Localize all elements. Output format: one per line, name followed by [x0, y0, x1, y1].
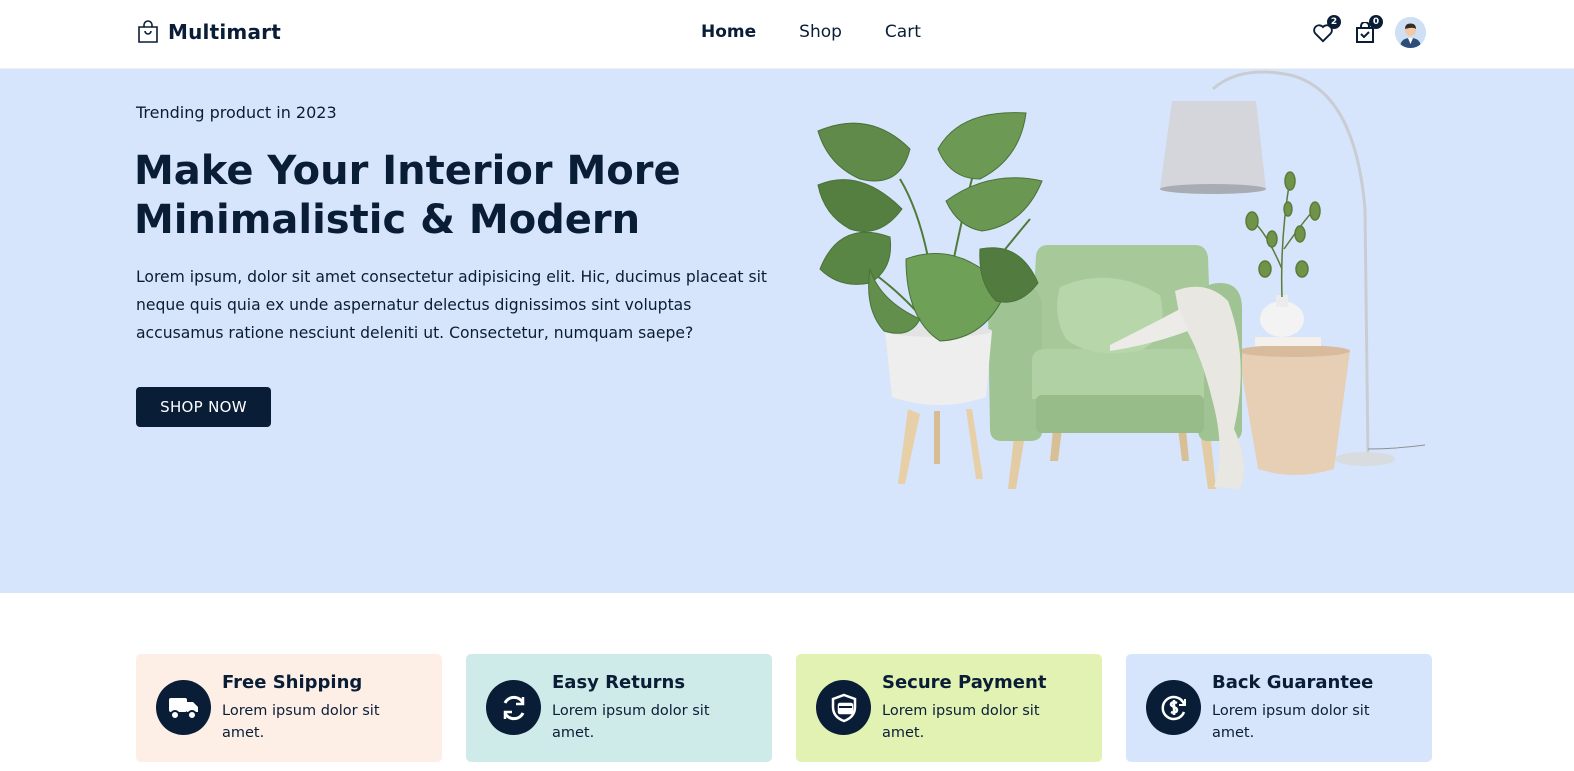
money-back-icon	[1146, 680, 1201, 735]
wishlist-count-badge: 2	[1327, 14, 1341, 29]
service-text: Lorem ipsum dolor sit amet.	[222, 703, 380, 741]
service-title: Secure Payment	[882, 672, 1047, 693]
service-text: Lorem ipsum dolor sit amet.	[882, 703, 1040, 741]
secure-payment-icon	[816, 680, 871, 735]
logo[interactable]: Multimart	[136, 19, 281, 45]
brand-name: Multimart	[168, 20, 281, 44]
shopping-bag-icon	[136, 19, 160, 45]
refresh-icon	[486, 680, 541, 735]
wishlist-button[interactable]: 2	[1311, 14, 1341, 45]
service-title: Back Guarantee	[1212, 672, 1374, 693]
hero-section: Trending product in 2023 Make Your Inter…	[0, 69, 1574, 593]
service-card-free-shipping[interactable]: Free Shipping Lorem ipsum dolor sit amet…	[136, 654, 442, 762]
user-avatar[interactable]	[1395, 17, 1426, 48]
nav-cart[interactable]: Cart	[885, 22, 921, 42]
service-card-secure-payment[interactable]: Secure Payment Lorem ipsum dolor sit ame…	[796, 654, 1102, 762]
nav-home[interactable]: Home	[701, 22, 756, 42]
service-card-easy-returns[interactable]: Easy Returns Lorem ipsum dolor sit amet.	[466, 654, 772, 762]
service-card-back-guarantee[interactable]: Back Guarantee Lorem ipsum dolor sit ame…	[1126, 654, 1432, 762]
services-section: Free Shipping Lorem ipsum dolor sit amet…	[136, 654, 1432, 762]
nav-shop[interactable]: Shop	[799, 22, 842, 42]
hero-description: Lorem ipsum, dolor sit amet consectetur …	[136, 268, 768, 342]
hero-image	[817, 70, 1426, 489]
cart-count-badge: 0	[1369, 14, 1383, 29]
service-text: Lorem ipsum dolor sit amet.	[1212, 703, 1370, 741]
header: Multimart Home Shop Cart 2 0	[0, 0, 1574, 69]
truck-icon	[156, 680, 211, 735]
main-nav: Home Shop Cart	[701, 22, 921, 42]
shop-now-button[interactable]: SHOP NOW	[136, 387, 271, 427]
service-title: Free Shipping	[222, 672, 363, 693]
service-text: Lorem ipsum dolor sit amet.	[552, 703, 710, 741]
hero-subtitle: Trending product in 2023	[136, 103, 337, 122]
service-title: Easy Returns	[552, 672, 686, 693]
cart-button[interactable]: 0	[1353, 14, 1383, 45]
header-icons: 2 0	[1311, 14, 1426, 48]
hero-title: Make Your Interior More Minimalistic & M…	[134, 148, 681, 243]
